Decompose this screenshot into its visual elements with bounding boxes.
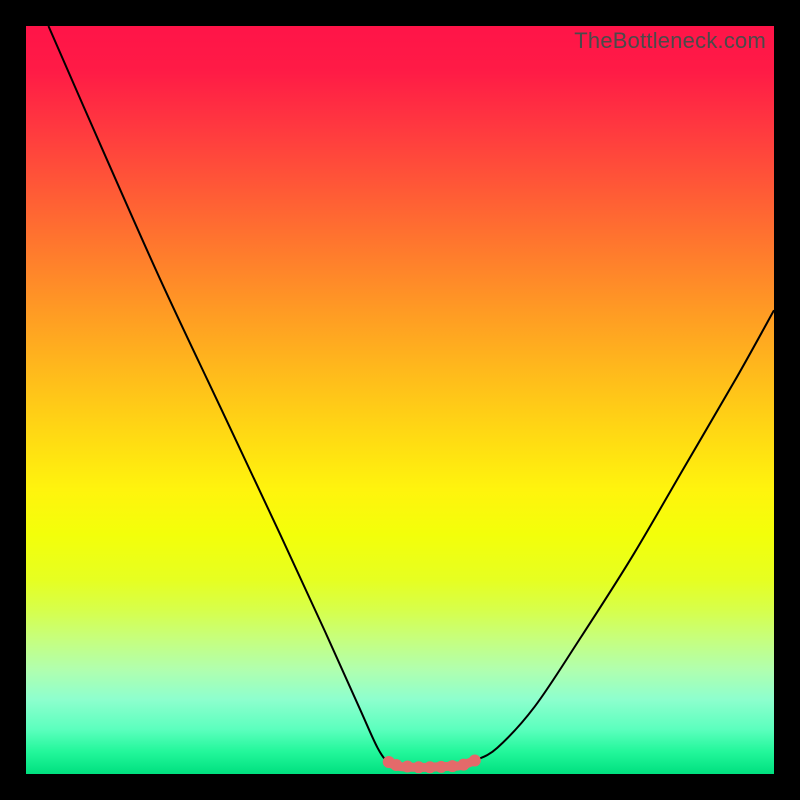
watermark-text: TheBottleneck.com [574,28,766,54]
bottom-marker-dot [435,761,447,773]
bottom-marker-dot [401,761,413,773]
bottom-marker-dot [424,761,436,773]
bottom-marker-dot [469,755,481,767]
bottleneck-curve [48,26,774,767]
plot-area: TheBottleneck.com [26,26,774,774]
bottom-marker-dot [413,761,425,773]
curve-layer [26,26,774,774]
bottom-marker-dot [446,760,458,772]
bottom-marker-dot [390,759,402,771]
bottom-marker-dot [458,759,470,771]
chart-frame: TheBottleneck.com [0,0,800,800]
